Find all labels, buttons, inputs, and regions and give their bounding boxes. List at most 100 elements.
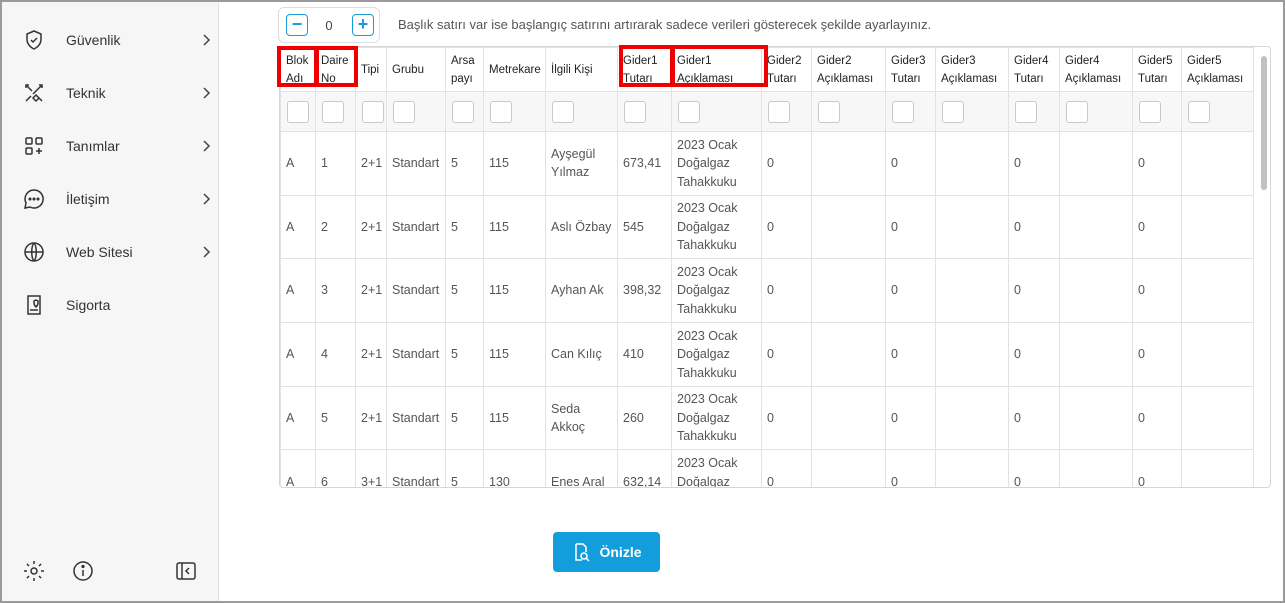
table-cell: 673,41 [617,131,672,196]
table-cell: 2+1 [355,131,387,196]
collapse-sidebar-icon[interactable] [174,559,198,583]
column-header-text: payı [451,72,473,85]
column-checkbox[interactable] [1139,100,1161,123]
table-cell: Standart [386,194,446,260]
column-checkbox[interactable] [942,100,964,123]
column-checkbox[interactable] [1188,100,1210,123]
column-select-cell [885,91,936,132]
grid-plus-icon [25,137,43,155]
table-cell: A [280,385,316,451]
table-row: A 4 2+1 Standart 5 115 Can Kılıç 410 2023 Ocak D… [280,322,1254,387]
column-header-text: Gider3 [891,54,926,67]
column-checkbox[interactable] [818,100,840,123]
table-cell: 0 [1008,258,1060,324]
column-header: Grubu [386,47,446,92]
table-cell: 0 [1132,385,1182,451]
sidebar-item-tanimlar[interactable]: Tanımlar [2,126,219,166]
import-table: Blok Adı Daire No Tipi Grubu Arsa payı Metrekare… [279,46,1271,488]
table-cell [811,322,886,387]
column-checkbox[interactable] [452,100,474,123]
table-cell [935,258,1009,324]
column-header-text: Gider4 [1014,54,1049,67]
column-checkbox[interactable] [678,100,700,123]
column-select-cell [761,91,812,132]
column-checkbox[interactable] [287,100,309,123]
column-header: Gider4 Açıklaması [1059,47,1133,92]
column-checkbox[interactable] [552,100,574,123]
table-cell: Standart [386,449,446,487]
column-select-cell [1059,91,1133,132]
table-cell [935,322,1009,387]
table-cell: 0 [1008,385,1060,451]
table-cell: A [280,449,316,487]
column-header-text: Açıklaması [941,72,998,85]
sidebar-item-guvenlik[interactable]: Güvenlik [2,20,219,60]
column-header-text: Açıklaması [1065,72,1122,85]
sidebar-item-label: Web Sitesi [66,244,133,260]
column-header: Gider4 Tutarı [1008,47,1060,92]
table-cell: 2023 Ocak Doğalgaz Tahakkuku [671,449,762,487]
table-cell [811,194,886,260]
column-checkbox[interactable] [624,100,646,123]
table-cell: 2+1 [355,322,387,387]
sidebar-item-sigorta[interactable]: Sigorta [2,285,219,325]
column-header-text: Açıklaması [817,72,874,85]
info-icon[interactable] [71,559,95,583]
table-cell: 2+1 [355,258,387,324]
table-cell: 545 [617,194,672,260]
sidebar-item-web-sitesi[interactable]: Web Sitesi [2,232,219,272]
table-cell [935,449,1009,487]
preview-button-label: Önizle [599,544,642,560]
table-cell: 2023 Ocak Doğalgaz Tahakkuku [671,258,762,324]
table-cell: 0 [885,449,936,487]
table-cell: 260 [617,385,672,451]
table-cell: 2023 Ocak Doğalgaz Tahakkuku [671,194,762,260]
column-checkbox[interactable] [1066,100,1088,123]
column-header-text: Grubu [392,63,424,76]
table-cell: 2023 Ocak Doğalgaz Tahakkuku [671,322,762,387]
column-checkbox[interactable] [393,100,415,123]
table-cell [935,194,1009,260]
sidebar-item-teknik[interactable]: Teknik [2,73,219,113]
column-checkbox[interactable] [362,100,384,123]
table-cell [1181,194,1254,260]
column-header: İlgili Kişi [545,47,618,92]
column-checkbox[interactable] [768,100,790,123]
table-cell: A [280,194,316,260]
table-cell: A [280,131,316,196]
start-row-value[interactable]: 0 [320,18,338,33]
column-checkbox[interactable] [892,100,914,123]
column-select-cell [935,91,1009,132]
table-scrollbar[interactable] [1261,56,1267,190]
increment-button[interactable]: + [352,14,374,36]
table-cell: 5 [445,131,484,196]
column-select-cell [315,91,356,132]
table-cell: 0 [761,322,812,387]
table-cell: 0 [761,194,812,260]
column-header-text: İlgili Kişi [551,63,593,76]
start-row-stepper: − 0 + [278,7,380,43]
table-cell: 5 [445,194,484,260]
table-cell [935,131,1009,196]
table-cell: 115 [483,258,546,324]
table-cell: Standart [386,131,446,196]
gear-icon[interactable] [22,559,46,583]
column-checkbox[interactable] [490,100,512,123]
decrement-button[interactable]: − [286,14,308,36]
globe-icon [24,242,44,262]
chevron-right-icon [203,87,211,99]
table-cell [1059,322,1133,387]
column-checkbox[interactable] [322,100,344,123]
chevron-right-icon [203,246,211,258]
table-cell: 1 [315,131,356,196]
sidebar-item-iletisim[interactable]: İletişim [2,179,219,219]
table-cell: Aslı Özbay [545,194,618,260]
table-cell: 0 [1008,131,1060,196]
table-cell: 0 [1008,449,1060,487]
chevron-right-icon [203,34,211,46]
column-checkbox[interactable] [1015,100,1037,123]
preview-button[interactable]: Önizle [553,532,660,572]
instruction-text: Başlık satırı var ise başlangıç satırını… [398,17,932,32]
table-cell: 2 [315,194,356,260]
table-row: A 3 2+1 Standart 5 115 Ayhan Ak 398,32 2023 Ocak… [280,258,1254,324]
